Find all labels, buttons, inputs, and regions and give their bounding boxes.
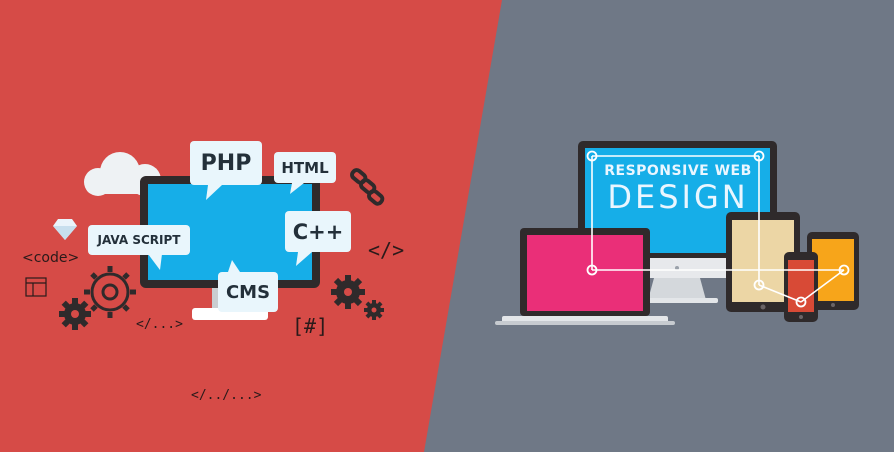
- rwd-title-line2: DESIGN: [607, 178, 749, 216]
- rwd-title-line1: RESPONSIVE WEB: [604, 163, 752, 179]
- small-phone-icon: [784, 252, 818, 322]
- laptop-icon: [495, 228, 675, 325]
- responsive-devices-illustration: [495, 141, 859, 325]
